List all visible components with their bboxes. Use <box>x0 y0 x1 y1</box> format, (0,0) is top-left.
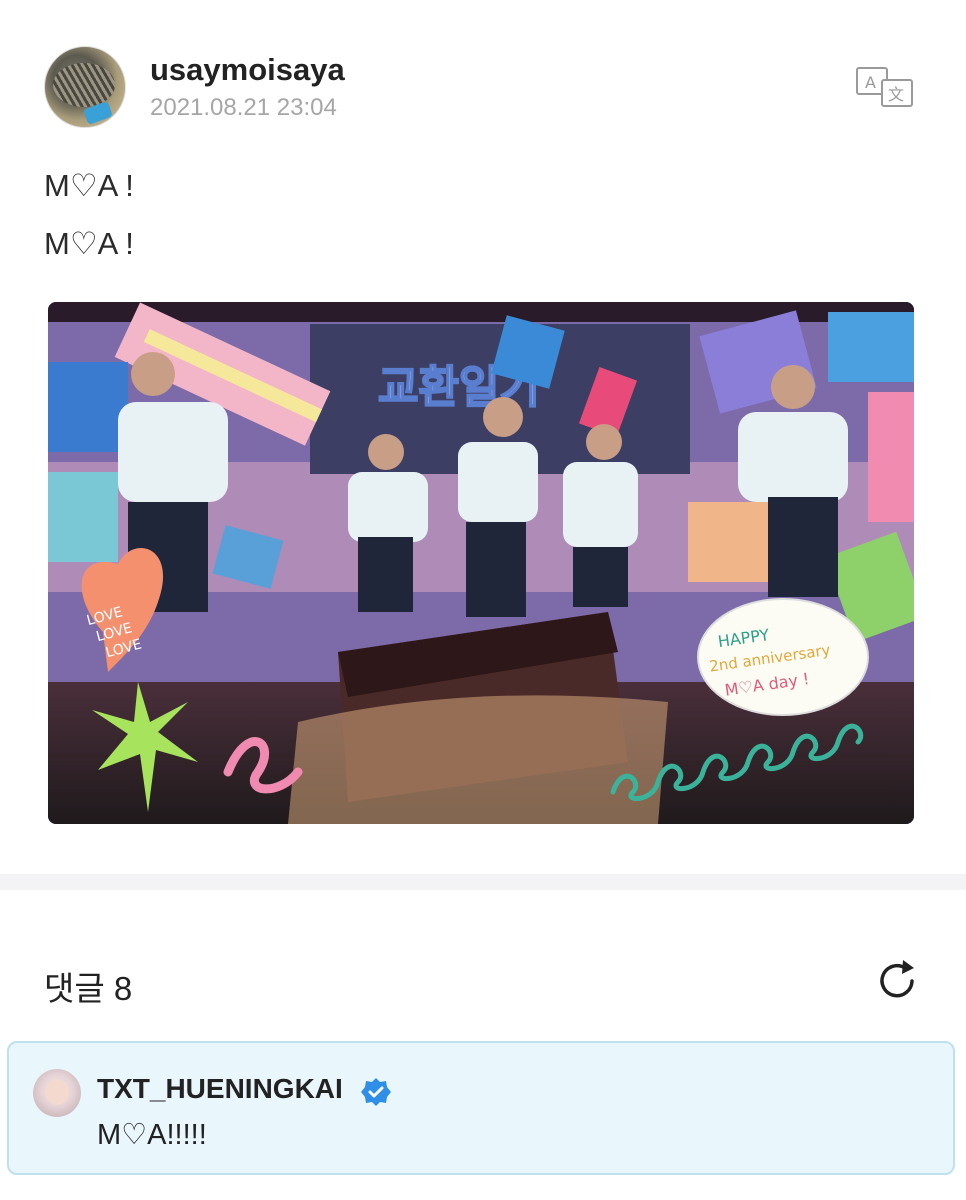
post-photo[interactable]: 교환일기 LOVE LOVE LOVE HAPPY 2nd anniversar… <box>48 302 914 824</box>
svg-text:A: A <box>865 73 876 92</box>
author-avatar[interactable] <box>44 46 126 128</box>
verified-badge-icon <box>361 1078 391 1106</box>
post-text-line: M♡A ! <box>44 226 134 261</box>
post-timestamp: 2021.08.21 23:04 <box>150 94 337 121</box>
section-divider <box>0 874 966 890</box>
post-header: usaymoisaya 2021.08.21 23:04 A 文 <box>44 44 924 134</box>
svg-text:文: 文 <box>888 85 904 104</box>
post-body: M♡A ! M♡A ! <box>44 166 924 282</box>
comments-count-title: 댓글 8 <box>44 970 133 1007</box>
comment-author-avatar[interactable] <box>33 1069 81 1117</box>
translate-icon[interactable]: A 文 <box>856 66 914 108</box>
author-username[interactable]: usaymoisaya <box>150 52 345 88</box>
comment-item[interactable]: TXT_HUENINGKAI M♡A!!!!! <box>7 1041 955 1175</box>
photo-illustration: 교환일기 LOVE LOVE LOVE HAPPY 2nd anniversar… <box>48 302 914 824</box>
refresh-icon[interactable] <box>872 956 922 1006</box>
comment-text: M♡A!!!!! <box>97 1119 207 1151</box>
post-text-line: M♡A ! <box>44 168 134 203</box>
comments-header: 댓글 8 <box>44 956 924 1007</box>
comment-author-name[interactable]: TXT_HUENINGKAI <box>97 1073 343 1105</box>
